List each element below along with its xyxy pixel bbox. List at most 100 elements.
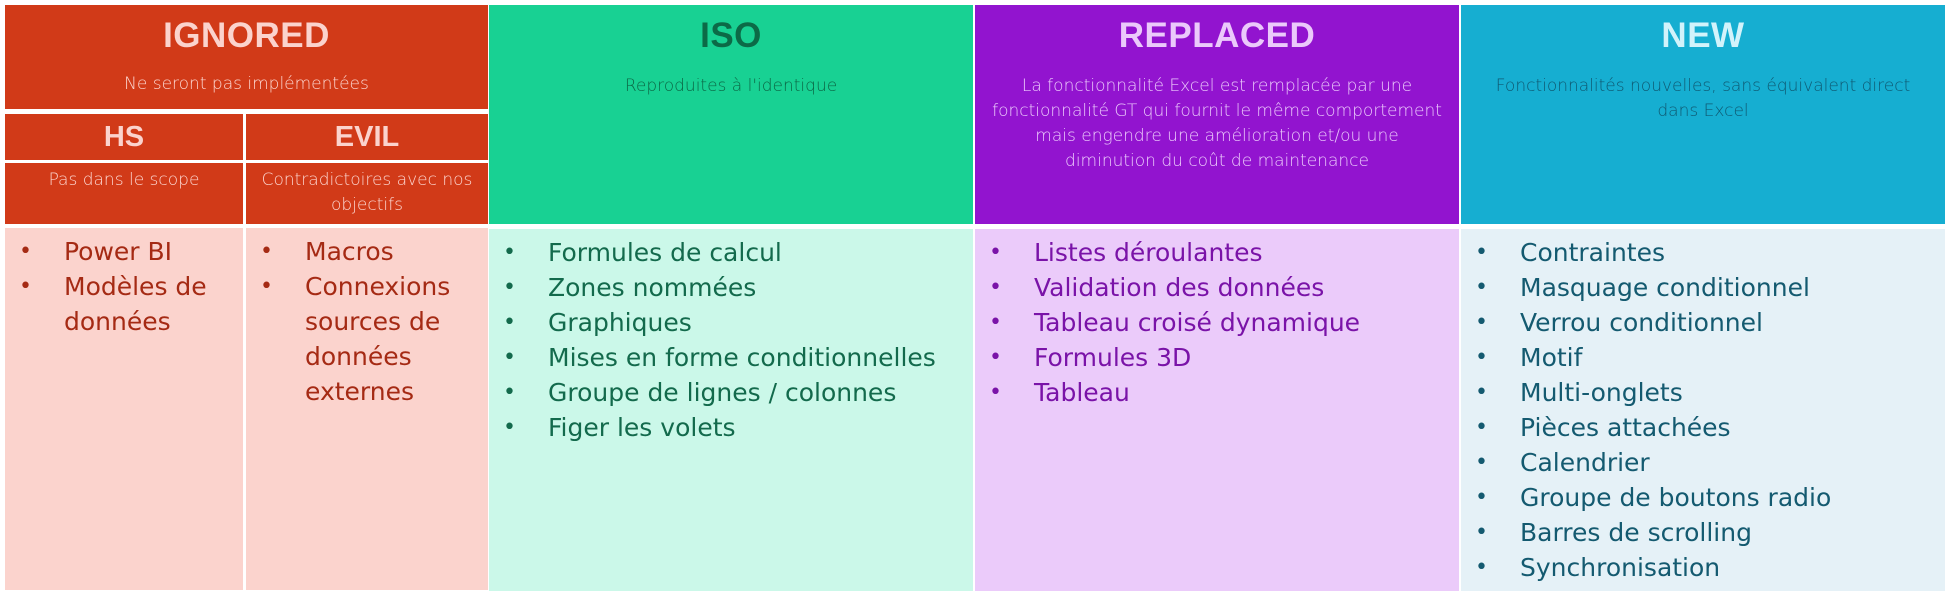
list-item: • Synchronisation: [1461, 550, 1945, 585]
list-item-label: Power BI: [64, 237, 173, 266]
ignored-header: IGNORED Ne seront pas implémentées: [5, 5, 488, 109]
evil-title: EVIL: [246, 114, 488, 160]
list-item-label: Macros: [305, 237, 394, 266]
list-item-label: Formules 3D: [1034, 343, 1192, 372]
list-item-label: Barres de scrolling: [1520, 518, 1752, 547]
ignored-subtitle: Ne seront pas implémentées: [124, 74, 369, 94]
list-item-label: Mises en forme conditionnelles: [548, 343, 936, 372]
list-item-label: Masquage conditionnel: [1520, 273, 1810, 302]
new-title: NEW: [1661, 16, 1745, 55]
bullet-icon: •: [260, 274, 273, 299]
replaced-title: REPLACED: [1118, 16, 1316, 55]
column-iso: ISO Reproduites à l'identique • Formules …: [489, 5, 973, 591]
list-item-label: Figer les volets: [548, 413, 736, 442]
list-item: • Listes déroulantes: [975, 235, 1459, 270]
list-item-label: Modèles de données: [64, 272, 207, 336]
list-item-label: Listes déroulantes: [1034, 238, 1263, 267]
bullet-icon: •: [260, 239, 273, 264]
new-list: • Contraintes • Masquage conditionnel • Verro…: [1461, 235, 1945, 585]
replaced-list: • Listes déroulantes • Validation des donné…: [975, 235, 1459, 410]
hs-body: • Power BI • Modèles de données: [5, 228, 243, 590]
list-item: • Masquage conditionnel: [1461, 270, 1945, 305]
list-item-label: Graphiques: [548, 308, 692, 337]
list-item-label: Connexions sources de données externes: [305, 272, 451, 406]
list-item: • Groupe de boutons radio: [1461, 480, 1945, 515]
list-item-label: Tableau croisé dynamique: [1034, 308, 1361, 337]
column-replaced: REPLACED La fonctionnalité Excel est rem…: [975, 5, 1459, 591]
bullet-icon: •: [989, 310, 1002, 335]
list-item: • Barres de scrolling: [1461, 515, 1945, 550]
list-item: • Connexions sources de données externes: [246, 269, 488, 409]
bullet-icon: •: [19, 274, 32, 299]
list-item: • Verrou conditionnel: [1461, 305, 1945, 340]
bullet-icon: •: [989, 345, 1002, 370]
iso-body: • Formules de calcul • Zones nommées • Graphi…: [489, 229, 973, 591]
list-item-label: Zones nommées: [548, 273, 757, 302]
list-item: • Graphiques: [489, 305, 973, 340]
list-item: • Modèles de données: [5, 269, 243, 339]
bullet-icon: •: [1475, 520, 1488, 545]
new-subtitle: Fonctionnalités nouvelles, sans équivale…: [1495, 76, 1911, 121]
list-item: • Macros: [246, 234, 488, 269]
list-item-label: Multi-onglets: [1520, 378, 1683, 407]
bullet-icon: •: [503, 275, 516, 300]
bullet-icon: •: [503, 310, 516, 335]
evil-body: • Macros • Connexions sources de données ex…: [246, 228, 488, 590]
list-item-label: Contraintes: [1520, 238, 1665, 267]
list-item: • Power BI: [5, 234, 243, 269]
iso-header: ISO Reproduites à l'identique: [489, 5, 973, 224]
list-item: • Pièces attachées: [1461, 410, 1945, 445]
list-item-label: Synchronisation: [1520, 553, 1721, 582]
list-item: • Calendrier: [1461, 445, 1945, 480]
list-item-label: Validation des données: [1034, 273, 1325, 302]
list-item: • Multi-onglets: [1461, 375, 1945, 410]
list-item-label: Groupe de lignes / colonnes: [548, 378, 897, 407]
bullet-icon: •: [503, 380, 516, 405]
list-item: • Zones nommées: [489, 270, 973, 305]
new-body: • Contraintes • Masquage conditionnel • Verro…: [1461, 229, 1945, 591]
bullet-icon: •: [1475, 415, 1488, 440]
bullet-icon: •: [503, 415, 516, 440]
hs-subtitle: Pas dans le scope: [5, 163, 243, 224]
evil-list: • Macros • Connexions sources de données ex…: [246, 234, 488, 409]
list-item-label: Formules de calcul: [548, 238, 782, 267]
list-item: • Formules 3D: [975, 340, 1459, 375]
bullet-icon: •: [989, 275, 1002, 300]
bullet-icon: •: [1475, 485, 1488, 510]
hs-title: HS: [5, 114, 243, 160]
list-item: • Tableau croisé dynamique: [975, 305, 1459, 340]
list-item-label: Motif: [1520, 343, 1583, 372]
bullet-icon: •: [1475, 555, 1488, 580]
bullet-icon: •: [1475, 380, 1488, 405]
iso-list: • Formules de calcul • Zones nommées • Graphi…: [489, 235, 973, 445]
bullet-icon: •: [503, 345, 516, 370]
list-item: • Tableau: [975, 375, 1459, 410]
replaced-header: REPLACED La fonctionnalité Excel est rem…: [975, 5, 1459, 224]
bullet-icon: •: [989, 380, 1002, 405]
iso-subtitle: Reproduites à l'identique: [624, 76, 838, 96]
list-item-label: Pièces attachées: [1520, 413, 1731, 442]
replaced-subtitle: La fonctionnalité Excel est remplacée pa…: [992, 76, 1442, 171]
list-item-label: Verrou conditionnel: [1520, 308, 1763, 337]
list-item: • Mises en forme conditionnelles: [489, 340, 973, 375]
hs-list: • Power BI • Modèles de données: [5, 234, 243, 339]
list-item-label: Groupe de boutons radio: [1520, 483, 1832, 512]
bullet-icon: •: [1475, 240, 1488, 265]
list-item: • Formules de calcul: [489, 235, 973, 270]
list-item-label: Calendrier: [1520, 448, 1650, 477]
bullet-icon: •: [503, 240, 516, 265]
ignored-title: IGNORED: [163, 16, 330, 55]
bullet-icon: •: [1475, 450, 1488, 475]
bullet-icon: •: [1475, 310, 1488, 335]
column-new: NEW Fonctionnalités nouvelles, sans équi…: [1461, 5, 1945, 591]
bullet-icon: •: [19, 239, 32, 264]
list-item: • Motif: [1461, 340, 1945, 375]
list-item: • Contraintes: [1461, 235, 1945, 270]
evil-subtitle: Contradictoires avec nos objectifs: [246, 163, 488, 224]
list-item: • Figer les volets: [489, 410, 973, 445]
bullet-icon: •: [989, 240, 1002, 265]
list-item: • Validation des données: [975, 270, 1459, 305]
bullet-icon: •: [1475, 345, 1488, 370]
replaced-body: • Listes déroulantes • Validation des donné…: [975, 229, 1459, 591]
iso-title: ISO: [700, 16, 762, 55]
